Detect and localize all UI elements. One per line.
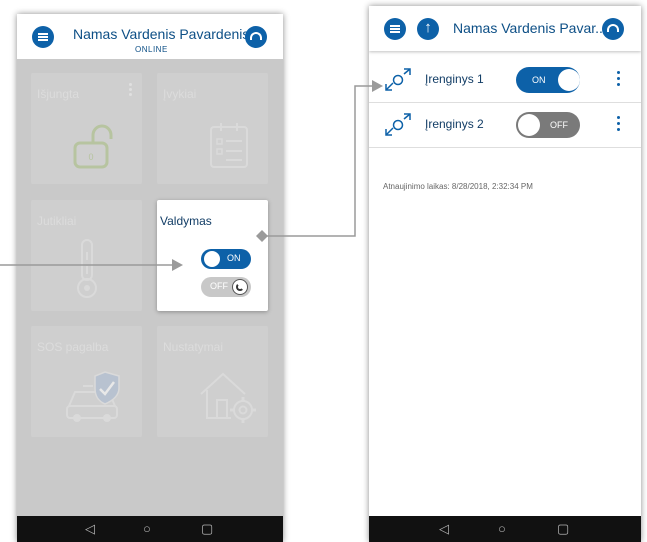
toggle-label: OFF [210,281,228,291]
toggle-knob [558,69,580,91]
device-name: Įrenginys 2 [425,117,484,131]
thermometer-sensor-icon [77,239,97,298]
tile-label: Įvykiai [163,87,197,101]
device-toggle[interactable]: OFF [516,112,580,138]
menu-icon [390,25,400,33]
security-car-icon [66,371,120,422]
left-phone-screen: Namas Vardenis Pavardenis ONLINE Išjungt… [17,14,283,542]
back-icon[interactable]: ◁ [85,522,95,536]
tile-label: SOS pagalba [37,340,109,354]
toggle-on-example[interactable]: ON [201,249,251,269]
tile-events[interactable]: Įvykiai [157,73,268,184]
recents-icon[interactable]: ▢ [201,522,213,536]
tile-sensors[interactable]: Jutikliai [31,200,142,311]
home-title: Namas Vardenis Pavar... [453,20,607,36]
more-options-icon[interactable] [617,71,621,89]
dashboard-button[interactable] [602,18,624,40]
device-row[interactable]: Įrenginys 2 OFF [369,103,641,148]
toggle-off-example[interactable]: OFF [201,277,251,297]
connection-status: ONLINE [135,45,168,54]
home-title: Namas Vardenis Pavardenis [73,26,250,42]
more-options-icon[interactable] [617,116,621,134]
tile-label: Valdymas [160,214,212,228]
app-header: Namas Vardenis Pavardenis ONLINE [17,14,283,59]
tile-label: Jutikliai [37,214,77,228]
expand-arrows-icon [385,113,411,136]
dashboard-button[interactable] [245,26,267,48]
device-toggle[interactable]: ON [516,67,580,93]
tile-disarmed[interactable]: Išjungta 0 [31,73,142,184]
gauge-icon [250,32,262,40]
recents-icon[interactable]: ▢ [557,522,569,536]
toggle-knob [518,114,540,136]
tile-label: Išjungta [37,87,80,101]
home-icon[interactable]: ○ [498,522,506,536]
device-name: Įrenginys 1 [425,72,484,86]
svg-text:0: 0 [88,152,93,162]
toggle-label: OFF [550,120,568,130]
toggle-label: ON [227,253,241,263]
tile-label: Nustatymai [163,340,224,354]
gauge-icon [607,24,619,32]
toggle-label: ON [532,75,546,85]
back-icon[interactable]: ◁ [439,522,449,536]
menu-button[interactable] [384,18,406,40]
unlocked-padlock-icon: 0 [73,124,113,169]
more-options-icon[interactable] [129,83,132,96]
menu-icon [38,33,48,41]
tile-settings[interactable]: Nustatymai [157,326,268,437]
app-header: ↑ Namas Vardenis Pavar... [369,6,641,51]
house-gear-icon [200,372,256,423]
menu-button[interactable] [32,26,54,48]
loading-spinner-icon [232,279,248,295]
last-update-text: Atnaujinimo laikas: 8/28/2018, 2:32:34 P… [383,182,533,191]
home-icon[interactable]: ○ [143,522,151,536]
device-row[interactable]: Įrenginys 1 ON [369,58,641,103]
calendar-list-icon [210,123,248,168]
toggle-knob [204,251,220,267]
tile-control[interactable]: Valdymas ON OFF [157,200,268,311]
android-nav-bar: ◁ ○ ▢ [369,516,641,542]
right-phone-screen: ↑ Namas Vardenis Pavar... Įrenginys 1 ON [369,6,641,542]
expand-arrows-icon [385,68,411,91]
android-nav-bar: ◁ ○ ▢ [17,516,283,542]
arrow-up-icon: ↑ [424,19,432,36]
up-button[interactable]: ↑ [417,18,439,40]
tile-sos[interactable]: SOS pagalba [31,326,142,437]
